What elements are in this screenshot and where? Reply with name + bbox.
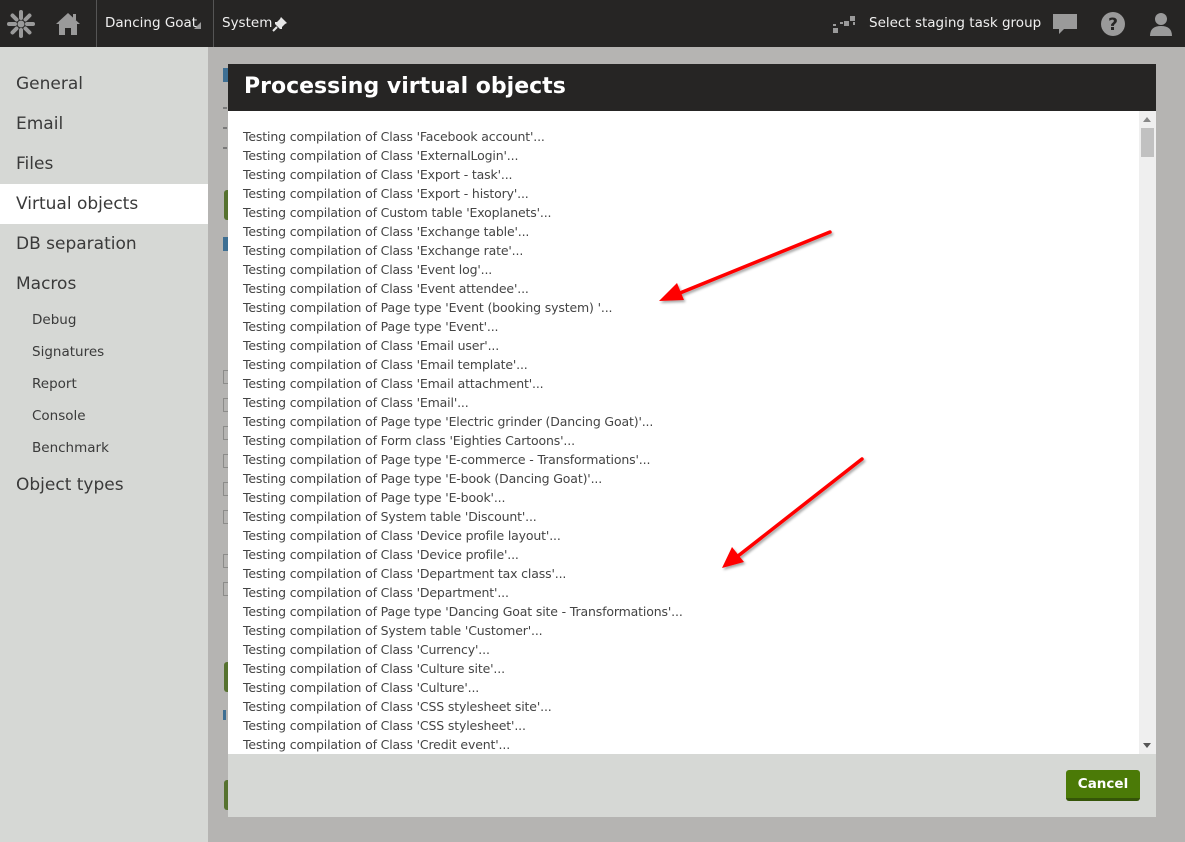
log-line: Testing compilation of System table 'Dis…	[243, 509, 537, 524]
cancel-button[interactable]: Cancel	[1066, 770, 1140, 801]
log-line: Testing compilation of Class 'Event log'…	[243, 262, 493, 277]
sidebar-item-object-types[interactable]: Object types	[0, 465, 208, 505]
help-icon[interactable]: ?	[1100, 11, 1126, 37]
log-line: Testing compilation of Page type 'E-comm…	[243, 452, 651, 467]
log-line: Testing compilation of Class 'Currency'.…	[243, 642, 490, 657]
log-list: Testing compilation of Class 'Facebook a…	[243, 127, 1123, 754]
chat-icon[interactable]	[1052, 12, 1078, 36]
home-icon[interactable]	[54, 10, 82, 38]
kentico-logo-icon[interactable]	[6, 9, 36, 39]
sidebar-subitem-console[interactable]: Console	[0, 400, 208, 432]
bg-link-fragment	[223, 710, 226, 720]
staging-task-group-selector[interactable]: Select staging task group	[869, 15, 1041, 31]
dialog-footer: Cancel	[228, 754, 1156, 817]
log-line: Testing compilation of Class 'Exchange r…	[243, 243, 524, 258]
header-divider	[96, 0, 97, 47]
sidebar-item-db-separation[interactable]: DB separation	[0, 224, 208, 264]
log-line: Testing compilation of Class 'Department…	[243, 566, 567, 581]
log-line: Testing compilation of Class 'Event atte…	[243, 281, 529, 296]
header-divider	[213, 0, 214, 47]
log-line: Testing compilation of Class 'Device pro…	[243, 547, 519, 562]
log-line: Testing compilation of System table 'Cus…	[243, 623, 543, 638]
top-header: Dancing Goat System Select staging task …	[0, 0, 1185, 47]
scroll-down-icon[interactable]	[1143, 743, 1151, 748]
log-line: Testing compilation of Class 'Export - t…	[243, 167, 513, 182]
processing-dialog: Processing virtual objects Testing compi…	[228, 64, 1156, 817]
log-line: Testing compilation of Class 'CSS styles…	[243, 718, 526, 733]
log-line: Testing compilation of Form class 'Eight…	[243, 433, 575, 448]
site-name[interactable]: Dancing Goat	[105, 15, 197, 31]
sidebar-subitem-report[interactable]: Report	[0, 368, 208, 400]
sidebar-subitem-debug[interactable]: Debug	[0, 304, 208, 336]
log-line: Testing compilation of Class 'ExternalLo…	[243, 148, 519, 163]
sidebar-item-macros[interactable]: Macros	[0, 264, 208, 304]
log-line: Testing compilation of Class 'CSS styles…	[243, 699, 552, 714]
log-line: Testing compilation of Class 'Device pro…	[243, 528, 561, 543]
log-line: Testing compilation of Class 'Facebook a…	[243, 129, 545, 144]
log-line: Testing compilation of Class 'Department…	[243, 585, 509, 600]
user-icon[interactable]	[1148, 11, 1174, 37]
log-line: Testing compilation of Class 'Email user…	[243, 338, 500, 353]
log-line: Testing compilation of Class 'Email'...	[243, 395, 469, 410]
sidebar-item-email[interactable]: Email	[0, 104, 208, 144]
staging-icon[interactable]	[832, 12, 858, 36]
dialog-header: Processing virtual objects	[228, 64, 1156, 111]
dialog-title: Processing virtual objects	[244, 74, 566, 99]
log-line: Testing compilation of Custom table 'Exo…	[243, 205, 552, 220]
scroll-up-icon[interactable]	[1143, 117, 1151, 122]
log-line: Testing compilation of Page type 'Event'…	[243, 319, 499, 334]
pin-icon[interactable]	[272, 16, 288, 32]
scroll-thumb[interactable]	[1141, 128, 1154, 157]
log-line: Testing compilation of Page type 'Dancin…	[243, 604, 683, 619]
svg-text:?: ?	[1108, 15, 1118, 35]
log-line: Testing compilation of Class 'Culture'..…	[243, 680, 480, 695]
sidebar-subitem-signatures[interactable]: Signatures	[0, 336, 208, 368]
log-scrollbar[interactable]	[1139, 111, 1156, 754]
caret-down-icon	[194, 22, 201, 29]
sidebar-item-files[interactable]: Files	[0, 144, 208, 184]
settings-sidebar: General Email Files Virtual objects DB s…	[0, 47, 208, 842]
log-line: Testing compilation of Class 'Email temp…	[243, 357, 528, 372]
sidebar-subitem-benchmark[interactable]: Benchmark	[0, 432, 208, 464]
log-line: Testing compilation of Class 'Exchange t…	[243, 224, 530, 239]
log-line: Testing compilation of Page type 'Event …	[243, 300, 613, 315]
log-line: Testing compilation of Class 'Culture si…	[243, 661, 505, 676]
log-line: Testing compilation of Page type 'E-book…	[243, 471, 603, 486]
log-line: Testing compilation of Page type 'Electr…	[243, 414, 654, 429]
app-name: System	[222, 15, 273, 31]
log-line: Testing compilation of Class 'Export - h…	[243, 186, 529, 201]
sidebar-item-general[interactable]: General	[0, 64, 208, 104]
log-line: Testing compilation of Page type 'E-book…	[243, 490, 506, 505]
log-line: Testing compilation of Class 'Credit eve…	[243, 737, 511, 752]
log-line: Testing compilation of Class 'Email atta…	[243, 376, 544, 391]
sidebar-item-virtual-objects[interactable]: Virtual objects	[0, 184, 208, 224]
processing-log: Testing compilation of Class 'Facebook a…	[228, 111, 1156, 754]
bg-text-fragment	[223, 107, 227, 167]
